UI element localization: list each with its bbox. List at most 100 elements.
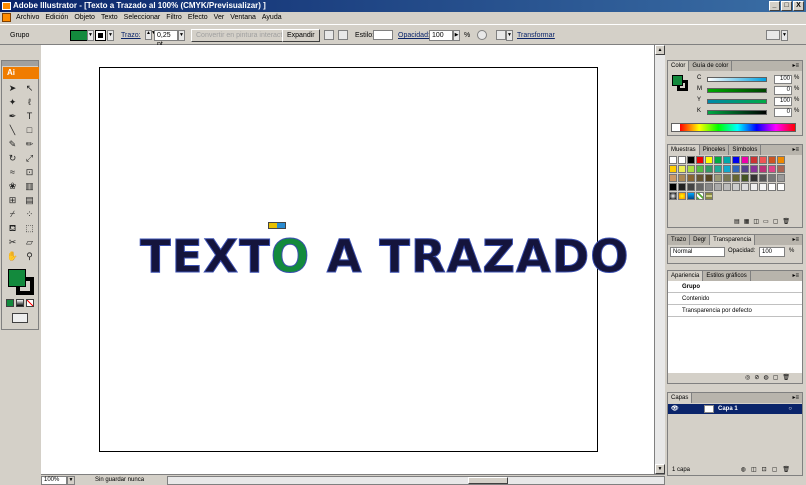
swatch[interactable] <box>687 156 695 164</box>
swatch[interactable] <box>669 183 677 191</box>
swatch[interactable] <box>741 174 749 182</box>
new-sublayer-icon[interactable]: ⊡ <box>762 465 767 475</box>
swatch[interactable] <box>714 174 722 182</box>
swatch[interactable] <box>777 174 785 182</box>
swatch[interactable] <box>750 183 758 191</box>
swatch[interactable] <box>723 174 731 182</box>
tools-panel-header[interactable] <box>2 61 38 66</box>
delete-swatch-icon[interactable]: 🗑 <box>782 217 790 227</box>
swatch[interactable] <box>696 174 704 182</box>
swatch[interactable] <box>714 156 722 164</box>
tab-brushes[interactable]: Pinceles <box>700 145 730 155</box>
opacity-dropdown[interactable]: ▶ <box>453 30 460 41</box>
line-tool-icon[interactable]: ╲ <box>4 123 21 137</box>
menu-objeto[interactable]: Objeto <box>71 12 98 23</box>
menu-filtro[interactable]: Filtro <box>163 12 185 23</box>
layer-row[interactable]: 👁 Capa 1 ○ <box>668 404 802 414</box>
document-icon[interactable] <box>2 13 11 22</box>
swatch[interactable] <box>732 156 740 164</box>
menu-ventana[interactable]: Ventana <box>227 12 259 23</box>
stroke-stepper[interactable]: ▲▼ <box>145 30 156 40</box>
align-dropdown[interactable]: ▼ <box>506 30 513 41</box>
graph-tool-icon[interactable]: ▥ <box>21 179 38 193</box>
gradient-annotator-widget[interactable] <box>268 222 286 229</box>
color-spectrum-bar[interactable] <box>671 123 796 132</box>
type-tool-icon[interactable]: T <box>21 109 38 123</box>
exit-group-icon[interactable] <box>338 30 348 40</box>
menu-texto[interactable]: Texto <box>98 12 121 23</box>
stroke-label[interactable]: Trazo: <box>121 29 141 42</box>
reduce-basic-icon[interactable]: ◍ <box>763 373 768 383</box>
blend-tool-icon[interactable]: ⁘ <box>21 207 38 221</box>
swatch[interactable] <box>669 174 677 182</box>
transform-link[interactable]: Transformar <box>517 29 555 42</box>
fill-color-box[interactable] <box>8 269 26 287</box>
control-menu-dropdown[interactable]: ▼ <box>781 30 788 41</box>
swatch[interactable] <box>732 165 740 173</box>
horizontal-scrollbar[interactable] <box>167 475 665 485</box>
tab-graphic-styles[interactable]: Estilos gráficos <box>703 271 751 281</box>
menu-edicion[interactable]: Edición <box>42 12 71 23</box>
swatch[interactable] <box>687 174 695 182</box>
delete-item-icon[interactable]: 🗑 <box>782 373 790 383</box>
swatch[interactable] <box>678 174 686 182</box>
swatch[interactable] <box>669 192 677 200</box>
tab-symbols[interactable]: Símbolos <box>729 145 762 155</box>
swatch[interactable] <box>759 174 767 182</box>
style-picker[interactable] <box>373 30 393 40</box>
appearance-menu-icon[interactable]: ▸≡ <box>792 271 799 281</box>
swatch[interactable] <box>759 156 767 164</box>
layer-target-icon[interactable]: ○ <box>788 404 792 414</box>
tab-gradient[interactable]: Degr <box>690 235 711 245</box>
pencil-tool-icon[interactable]: ✏ <box>21 137 38 151</box>
color-fill-box[interactable] <box>672 75 683 86</box>
swatch[interactable] <box>678 165 686 173</box>
horizontal-scroll-thumb[interactable] <box>468 476 508 484</box>
swatch[interactable] <box>687 192 695 200</box>
eye-icon[interactable]: 👁 <box>671 404 679 414</box>
tab-swatches[interactable]: Muestras <box>668 145 700 155</box>
transparency-opacity-field[interactable]: 100 <box>759 247 785 257</box>
tab-transparency[interactable]: Transparencia <box>710 235 756 245</box>
tab-layers[interactable]: Capas <box>668 393 693 403</box>
appearance-row-opacity[interactable]: Transparencia por defecto <box>668 305 802 317</box>
swatch[interactable] <box>687 165 695 173</box>
pen-tool-icon[interactable]: ✒ <box>4 109 21 123</box>
direct-selection-tool-icon[interactable]: ↖ <box>21 81 38 95</box>
appearance-row-group[interactable]: Grupo <box>668 281 802 293</box>
rectangle-tool-icon[interactable]: □ <box>21 123 38 137</box>
free-transform-tool-icon[interactable]: ⊡ <box>21 165 38 179</box>
tab-stroke[interactable]: Trazo <box>668 235 691 245</box>
paintbrush-tool-icon[interactable]: ✎ <box>4 137 21 151</box>
layer-name[interactable]: Capa 1 <box>718 406 738 412</box>
swatch[interactable] <box>732 174 740 182</box>
magenta-slider[interactable] <box>707 88 767 93</box>
swatch[interactable] <box>723 183 731 191</box>
tab-color-guide[interactable]: Guía de color <box>689 61 733 71</box>
close-button[interactable]: X <box>793 1 804 11</box>
fill-dropdown[interactable]: ▼ <box>87 30 94 41</box>
swatch[interactable] <box>705 192 713 200</box>
zoom-field[interactable]: 100% <box>41 475 67 485</box>
menu-ayuda[interactable]: Ayuda <box>259 12 285 23</box>
duplicate-item-icon[interactable]: ▢ <box>773 373 779 383</box>
tab-color[interactable]: Color <box>668 61 690 71</box>
mesh-tool-icon[interactable]: ⊞ <box>4 193 21 207</box>
rotate-tool-icon[interactable]: ↻ <box>4 151 21 165</box>
vertical-scrollbar[interactable]: ▲ ▼ <box>654 45 665 474</box>
swatch[interactable] <box>768 183 776 191</box>
swatch[interactable] <box>777 156 785 164</box>
live-paint-selection-tool-icon[interactable]: ⬚ <box>21 221 38 235</box>
swatch[interactable] <box>696 192 704 200</box>
yellow-value[interactable]: 100 <box>774 97 792 106</box>
swatch[interactable] <box>687 183 695 191</box>
swatch[interactable] <box>723 165 731 173</box>
swatch[interactable] <box>696 183 704 191</box>
appearance-row-contents[interactable]: Contenido <box>668 293 802 305</box>
swatch-options-icon[interactable]: ◫ <box>753 217 759 227</box>
zoom-tool-icon[interactable]: ⚲ <box>21 249 38 263</box>
swatch[interactable] <box>705 156 713 164</box>
maximize-button[interactable]: □ <box>781 1 792 11</box>
live-paint-bucket-tool-icon[interactable]: ⛾ <box>4 221 21 235</box>
outlined-text-group[interactable]: TEXTO A TRAZADO <box>140 231 630 282</box>
